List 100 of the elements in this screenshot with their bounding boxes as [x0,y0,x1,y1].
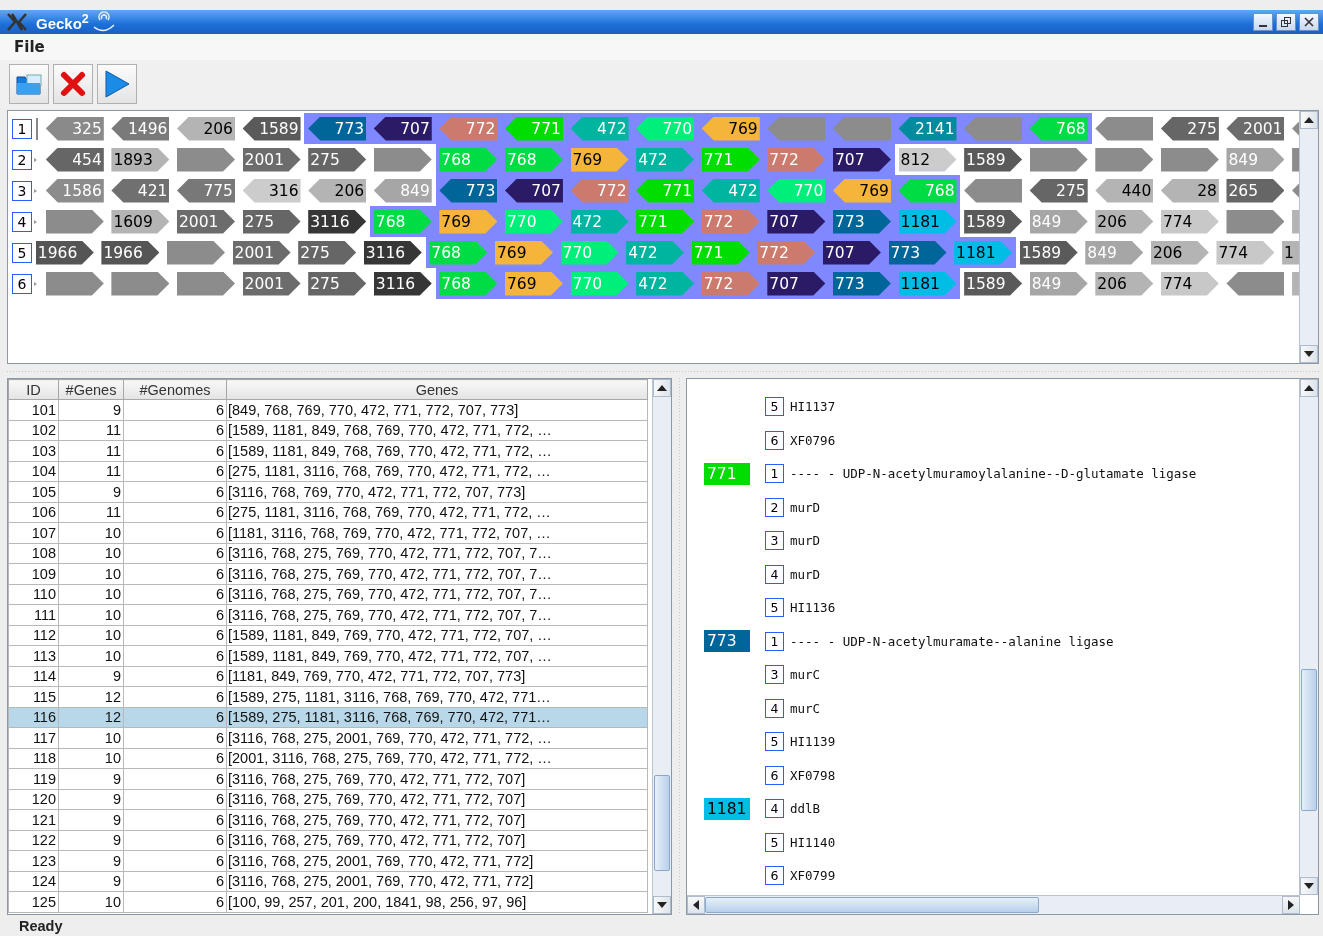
table-cell[interactable]: 6 [123,891,227,912]
scrollbar-thumb[interactable] [654,775,670,871]
table-cell[interactable]: [3116, 768, 275, 769, 770, 472, 771, 772, 707] [226,809,648,830]
table-cell[interactable]: [1589, 1181, 849, 768, 769, 770, 472, 771, 772, … [226,440,648,461]
column-header[interactable]: Genes [226,379,648,400]
table-cell[interactable]: 103 [8,440,59,461]
table-cell[interactable]: 125 [8,891,59,912]
scroll-up-button[interactable] [1300,111,1318,129]
table-cell[interactable]: [3116, 768, 275, 769, 770, 472, 771, 772, 707, 7… [226,604,648,625]
table-cell[interactable]: 10 [58,891,124,912]
table-cell[interactable]: 124 [8,871,59,892]
table-cell[interactable]: 9 [58,666,124,687]
column-header[interactable]: #Genomes [123,379,227,400]
table-cell[interactable]: 101 [8,399,59,420]
table-cell[interactable]: 6 [123,850,227,871]
table-cell[interactable]: 112 [8,625,59,646]
table-cell[interactable]: 6 [123,440,227,461]
table-cell[interactable]: 113 [8,645,59,666]
selected-row[interactable]: 116 12 6 [1589, 275, 1181, 3116, 768, 769, 770, 472, 771… [8,707,648,728]
table-cell[interactable]: [1181, 3116, 768, 769, 770, 472, 771, 772, 707, … [226,522,648,543]
table-cell[interactable]: 9 [58,871,124,892]
table-cell[interactable]: 6 [123,871,227,892]
minimize-button[interactable] [1253,13,1273,31]
table-cell[interactable]: 104 [8,461,59,482]
table-cell[interactable]: [1589, 1181, 849, 768, 769, 770, 472, 771, 772, … [226,420,648,441]
table-cell[interactable]: 6 [123,584,227,605]
table-cell[interactable]: [275, 1181, 3116, 768, 769, 770, 472, 771, 772, … [226,502,648,523]
genome-number[interactable]: 3 [12,180,32,201]
table-cell[interactable]: [1589, 1181, 849, 769, 770, 472, 771, 772, 707, … [226,645,648,666]
table-cell[interactable]: 116 [8,707,59,728]
column-header[interactable]: #Genes [58,379,124,400]
table-cell[interactable]: [2001, 3116, 768, 275, 769, 770, 472, 771, 772, … [226,748,648,769]
table-cell[interactable]: [849, 768, 769, 770, 472, 771, 772, 707, 773] [226,399,648,420]
table-cell[interactable]: 111 [8,604,59,625]
table-cell[interactable]: 10 [58,563,124,584]
scrollbar-thumb[interactable] [705,897,1039,913]
table-cell[interactable]: 114 [8,666,59,687]
table-cell[interactable]: [3116, 768, 275, 769, 770, 472, 771, 772, 707] [226,768,648,789]
table-cell[interactable]: 119 [8,768,59,789]
table-cell[interactable]: 11 [58,440,124,461]
table-cell[interactable]: 6 [123,789,227,810]
scroll-right-button[interactable] [1282,896,1300,914]
scroll-down-button[interactable] [1300,877,1318,895]
table-cell[interactable]: 6 [123,461,227,482]
table-cell[interactable]: [3116, 768, 275, 2001, 769, 770, 472, 771, 772] [226,871,648,892]
table-cell[interactable]: 6 [123,625,227,646]
table-cell[interactable]: 9 [58,481,124,502]
open-folder-button[interactable] [9,64,49,104]
delete-button[interactable] [53,64,93,104]
genome-number[interactable]: 6 [12,273,32,294]
table-cell[interactable]: 6 [123,809,227,830]
scroll-down-button[interactable] [653,896,671,914]
table-cell[interactable]: 109 [8,563,59,584]
restore-button[interactable] [1276,13,1296,31]
table-cell[interactable]: 10 [58,543,124,564]
table-cell[interactable]: [100, 99, 257, 201, 200, 1841, 98, 256, 97, 96] [226,891,648,912]
genome-number[interactable]: 1 [12,118,32,139]
table-cell[interactable]: [1181, 849, 769, 770, 472, 771, 772, 707, 773] [226,666,648,687]
table-cell[interactable]: [3116, 768, 275, 769, 770, 472, 771, 772, 707, 7… [226,543,648,564]
table-cell[interactable]: 6 [123,481,227,502]
table-cell[interactable]: [3116, 768, 275, 2001, 769, 770, 472, 771, 772, … [226,727,648,748]
table-cell[interactable]: [3116, 768, 275, 769, 770, 472, 771, 772, 707, 7… [226,584,648,605]
table-cell[interactable]: [3116, 768, 275, 769, 770, 472, 771, 772, 707] [226,830,648,851]
run-button[interactable] [97,64,137,104]
table-cell[interactable]: 9 [58,850,124,871]
scroll-up-button[interactable] [653,379,671,397]
table-cell[interactable]: 6 [123,604,227,625]
table-cell[interactable]: 9 [58,809,124,830]
table-cell[interactable]: 108 [8,543,59,564]
table-cell[interactable]: [3116, 768, 769, 770, 472, 771, 772, 707, 773] [226,481,648,502]
scrollbar-thumb[interactable] [1301,669,1317,811]
table-cell[interactable]: 9 [58,768,124,789]
table-cell[interactable]: 106 [8,502,59,523]
table-cell[interactable]: 6 [123,543,227,564]
column-header[interactable]: ID [8,379,59,400]
table-cell[interactable]: 12 [58,686,124,707]
close-button[interactable] [1299,13,1319,31]
table-cell[interactable]: 118 [8,748,59,769]
table-cell[interactable]: 10 [58,625,124,646]
scroll-down-button[interactable] [1300,345,1318,363]
table-cell[interactable]: 6 [123,727,227,748]
table-cell[interactable]: 110 [8,584,59,605]
table-cell[interactable]: 9 [58,789,124,810]
table-cell[interactable]: [1589, 275, 1181, 3116, 768, 769, 770, 472, 771… [226,707,648,728]
scroll-up-button[interactable] [1300,379,1318,397]
scrollbar[interactable] [1299,379,1318,895]
table-cell[interactable]: 105 [8,481,59,502]
table-cell[interactable]: 10 [58,584,124,605]
table-cell[interactable]: 117 [8,727,59,748]
scrollbar[interactable] [652,379,671,914]
genome-number[interactable]: 5 [12,242,32,263]
table-cell[interactable]: 6 [123,748,227,769]
scrollbar[interactable] [687,895,1300,914]
menu-item[interactable]: File [14,38,45,56]
table-cell[interactable]: [3116, 768, 275, 2001, 769, 770, 472, 771, 772] [226,850,648,871]
table-cell[interactable]: 6 [123,768,227,789]
table-cell[interactable]: 10 [58,604,124,625]
table-cell[interactable]: 115 [8,686,59,707]
table-cell[interactable]: 11 [58,461,124,482]
table-cell[interactable]: 121 [8,809,59,830]
